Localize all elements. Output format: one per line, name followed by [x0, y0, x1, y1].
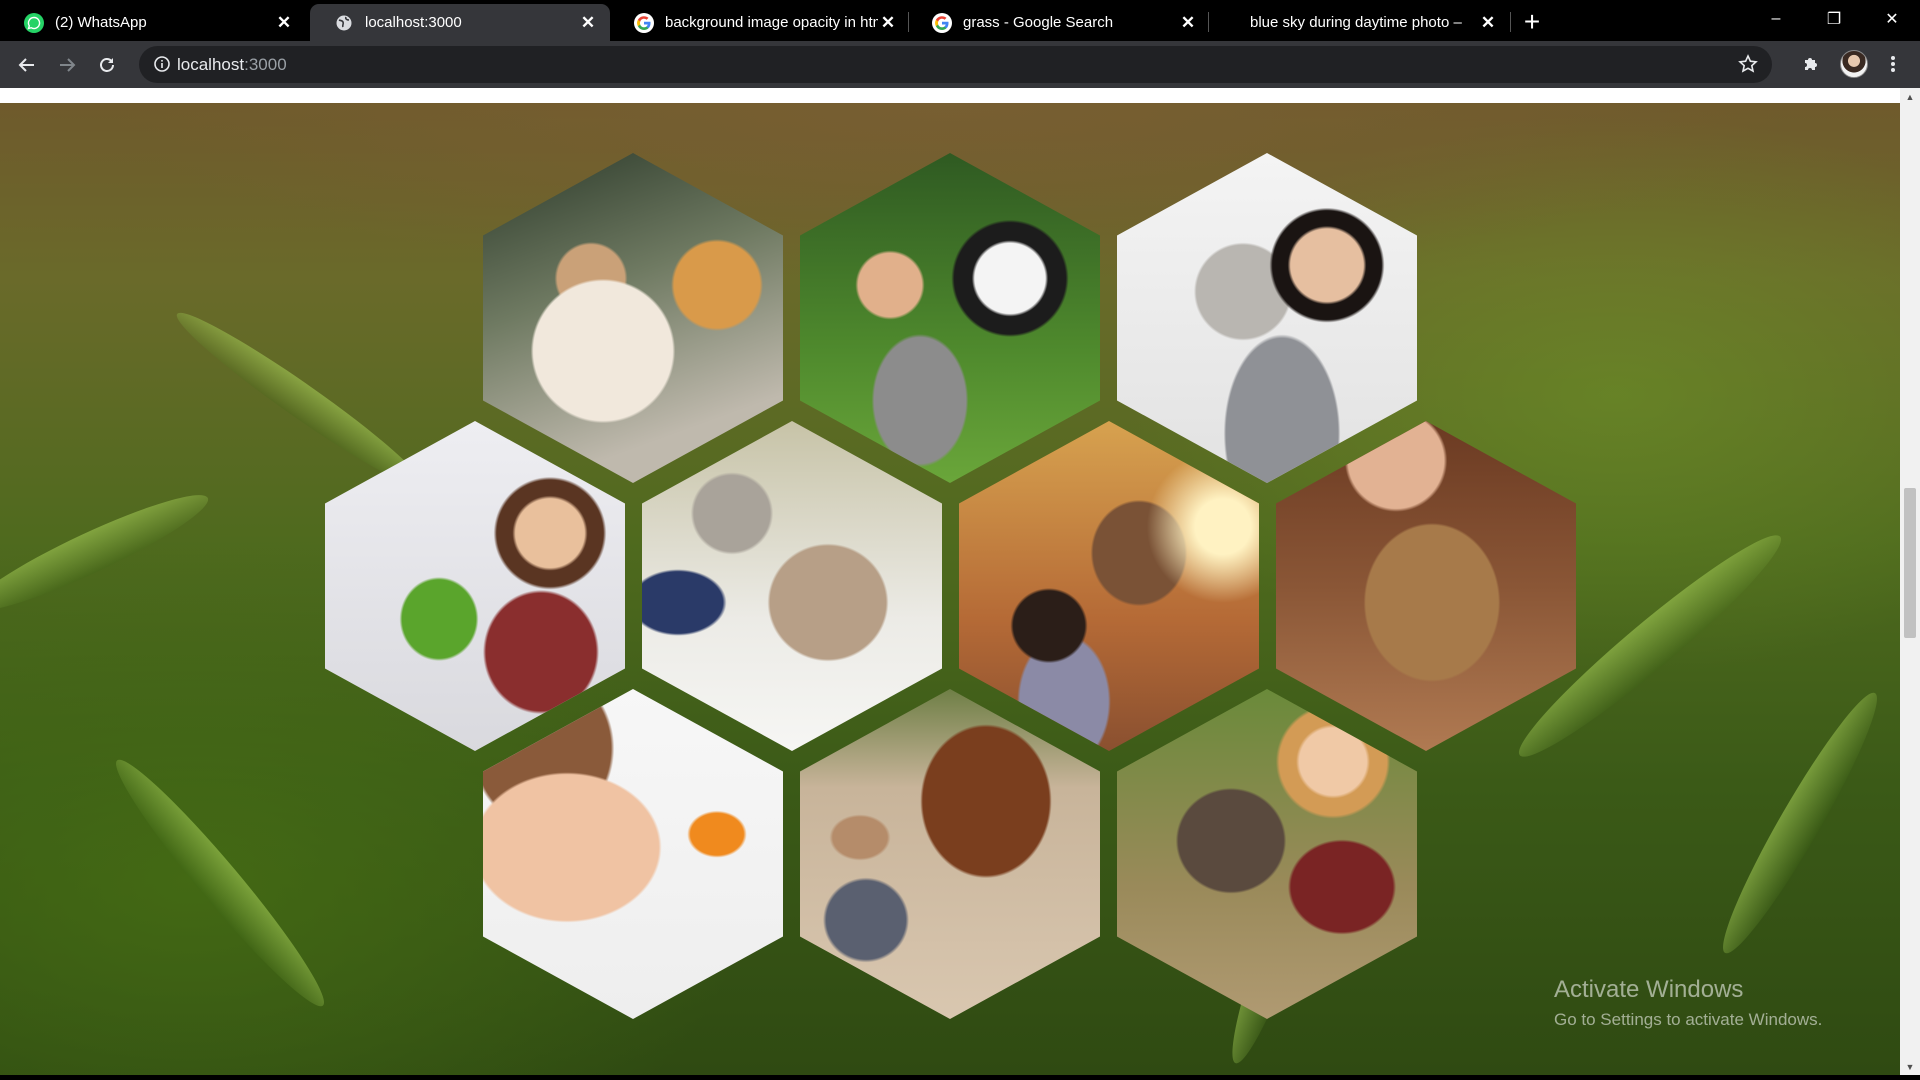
new-tab-button[interactable]: +	[1516, 6, 1548, 38]
url-port: :3000	[244, 55, 287, 74]
hex-photo-child-with-goldfish[interactable]	[483, 689, 783, 1019]
tab-background-opacity[interactable]: background image opacity in htm ✕	[610, 4, 910, 41]
activate-subtitle: Go to Settings to activate Windows.	[1554, 1010, 1823, 1029]
restore-button[interactable]: ❐	[1806, 0, 1862, 38]
browser-menu-icon[interactable]	[1880, 51, 1906, 77]
globe-icon	[334, 13, 354, 33]
hex-photo-elderly-woman-cat[interactable]	[642, 421, 942, 751]
tab-separator	[1510, 12, 1511, 32]
hex-photo-boy-with-dog[interactable]	[800, 153, 1100, 483]
tab-localhost[interactable]: localhost:3000 ✕	[310, 4, 610, 41]
profile-avatar[interactable]	[1840, 50, 1868, 78]
site-info-icon[interactable]	[153, 55, 171, 73]
windows-activation-watermark: Activate Windows Go to Settings to activ…	[1554, 976, 1822, 1030]
scrollbar-thumb[interactable]	[1904, 488, 1916, 638]
tab-whatsapp[interactable]: (2) WhatsApp ✕	[0, 4, 306, 41]
hexagon-gallery	[0, 88, 1900, 1075]
forward-icon[interactable]	[52, 50, 82, 80]
back-icon[interactable]	[12, 50, 42, 80]
hex-photo-woman-hugging-dog[interactable]	[1117, 689, 1417, 1019]
close-tab-icon[interactable]: ✕	[1178, 13, 1198, 33]
tab-strip: (2) WhatsApp ✕ localhost:3000 ✕ backgrou…	[0, 0, 1920, 41]
tab-separator	[1208, 12, 1209, 32]
hex-photo-woman-golden-retriever[interactable]	[483, 153, 783, 483]
hex-photo-woman-with-horse[interactable]	[959, 421, 1259, 751]
address-bar[interactable]: localhost:3000	[139, 46, 1772, 83]
tab-title: grass - Google Search	[963, 14, 1114, 31]
tab-grass-search[interactable]: grass - Google Search ✕	[908, 4, 1210, 41]
activate-title: Activate Windows	[1554, 976, 1744, 1003]
window-close-button[interactable]: ✕	[1864, 0, 1920, 38]
close-tab-icon[interactable]: ✕	[1478, 13, 1498, 33]
page-viewport: Activate Windows Go to Settings to activ…	[0, 88, 1900, 1075]
close-tab-icon[interactable]: ✕	[578, 13, 598, 33]
scroll-down-icon[interactable]: ▼	[1900, 1058, 1920, 1075]
close-tab-icon[interactable]: ✕	[878, 13, 898, 33]
hex-photo-girl-with-horse[interactable]	[800, 689, 1100, 1019]
minimize-button[interactable]: –	[1748, 0, 1804, 38]
google-icon	[932, 12, 952, 33]
hex-photo-girl-with-parrot[interactable]	[325, 421, 625, 751]
scroll-up-icon[interactable]: ▲	[1900, 88, 1920, 105]
reload-icon[interactable]	[92, 50, 122, 80]
page-scrollbar[interactable]: ▲ ▼	[1900, 88, 1920, 1075]
hex-photo-woman-with-rabbit[interactable]	[1276, 421, 1576, 751]
tab-title: blue sky during daytime photo –	[1250, 14, 1462, 31]
tab-title: (2) WhatsApp	[55, 14, 147, 31]
hex-photo-woman-grey-cat[interactable]	[1117, 153, 1417, 483]
browser-toolbar: localhost:3000	[0, 41, 1920, 88]
google-icon	[634, 12, 654, 33]
extensions-puzzle-icon[interactable]	[1798, 51, 1824, 77]
whatsapp-icon	[24, 12, 44, 33]
tab-title: background image opacity in htm	[665, 14, 878, 31]
bookmark-star-icon[interactable]	[1738, 54, 1758, 74]
close-tab-icon[interactable]: ✕	[274, 13, 294, 33]
tab-title: localhost:3000	[365, 14, 462, 31]
tab-blue-sky[interactable]: blue sky during daytime photo – ✕	[1210, 4, 1510, 41]
window-bottom-edge	[0, 1075, 1920, 1080]
url-host: localhost	[177, 55, 245, 74]
url-text: localhost:3000	[177, 55, 287, 75]
